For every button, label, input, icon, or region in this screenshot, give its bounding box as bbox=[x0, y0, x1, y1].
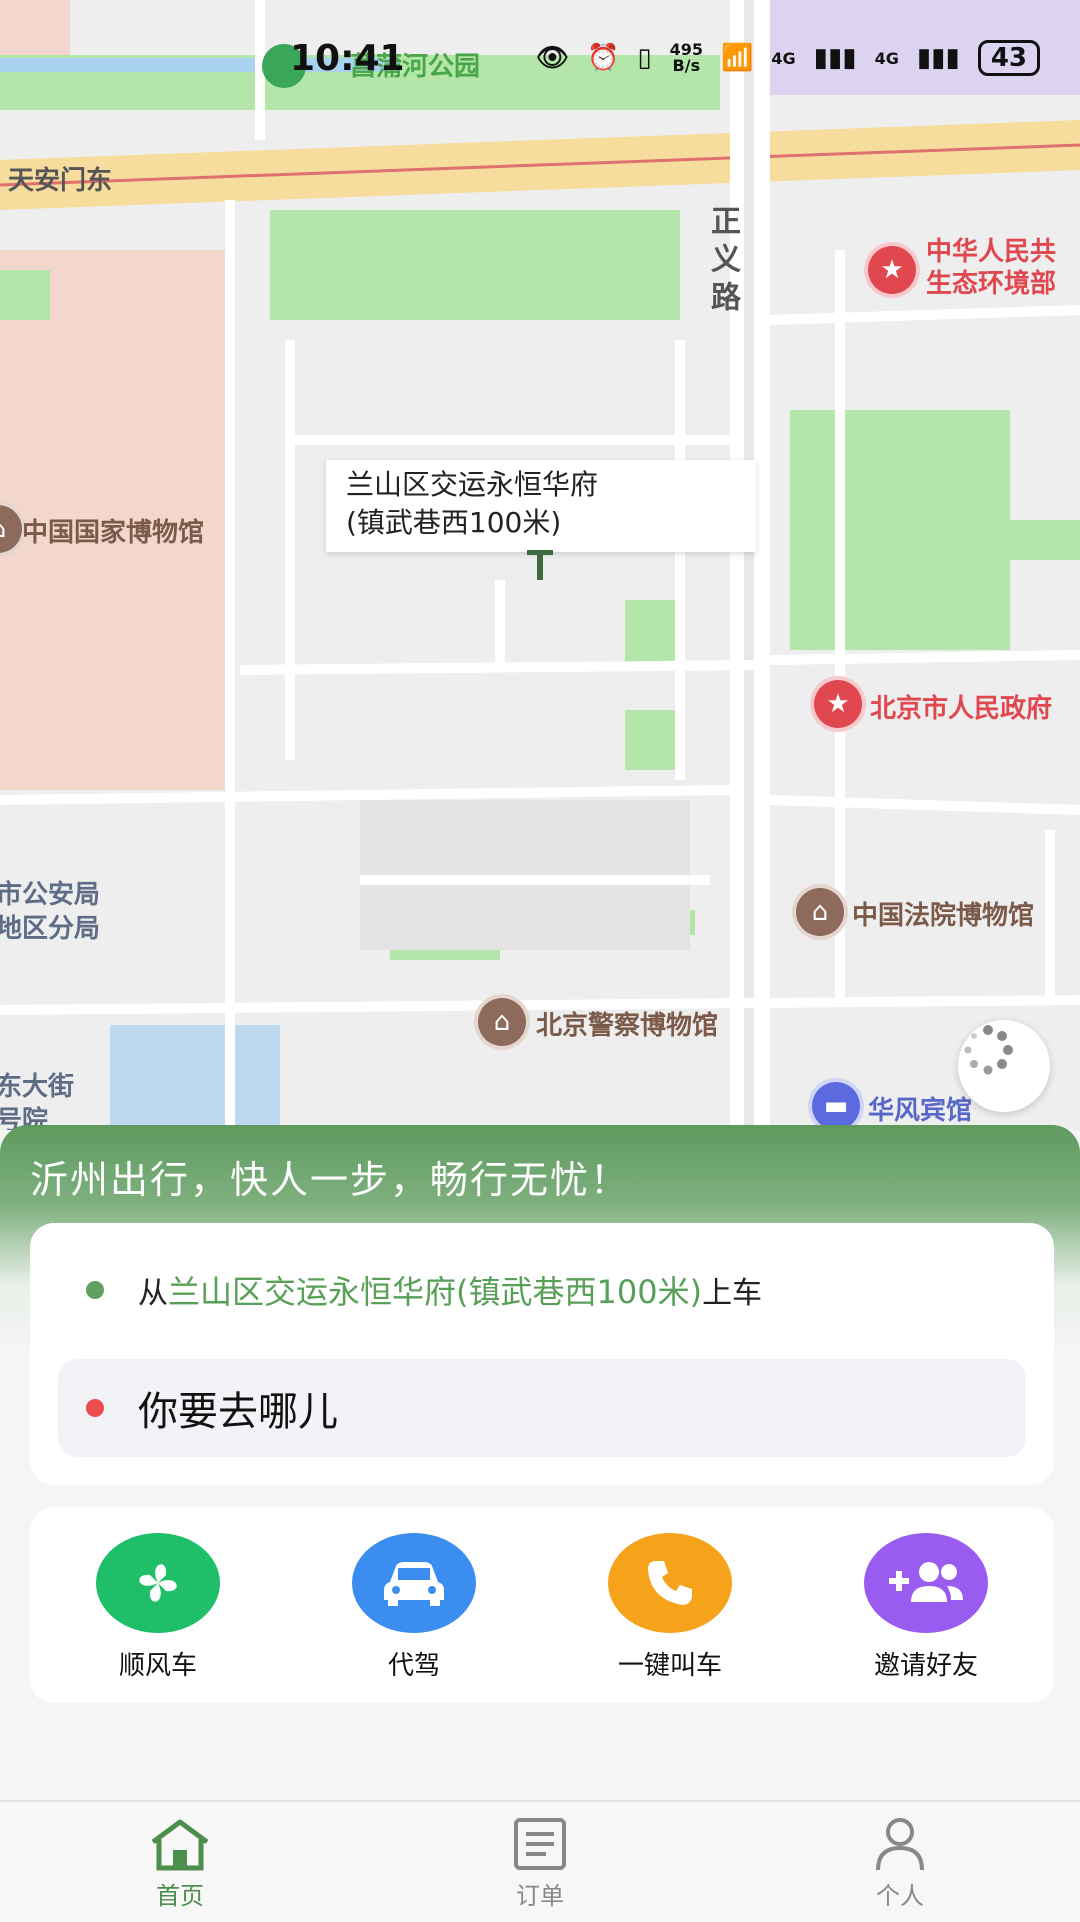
museum-icon[interactable]: ⌂ bbox=[796, 888, 844, 936]
battery-indicator: 43 bbox=[977, 40, 1040, 76]
net-speed: 495 B/s bbox=[669, 40, 704, 75]
eye-icon: 👁 bbox=[535, 43, 569, 73]
museum-icon[interactable]: ⌂ bbox=[478, 998, 526, 1046]
slogan: 沂州出行，快人一步，畅行无忧！ bbox=[30, 1158, 631, 1202]
orders-icon bbox=[514, 1818, 566, 1870]
hotel-icon[interactable]: ▬ bbox=[812, 1082, 860, 1130]
route-card: 从 兰山区交运永恒华府(镇武巷西100米) 上车 你要去哪儿 bbox=[30, 1223, 1054, 1485]
poi-label-ministry[interactable]: 中华人民共 生态环境部 bbox=[926, 236, 1056, 300]
tab-label: 个人 bbox=[876, 1882, 924, 1910]
pickup-prefix: 从 bbox=[138, 1276, 168, 1311]
alarm-icon: ⏰ bbox=[586, 43, 620, 73]
destination-input[interactable]: 你要去哪儿 bbox=[58, 1359, 1026, 1457]
tab-home[interactable]: 首页 bbox=[0, 1802, 360, 1922]
car-icon bbox=[352, 1533, 476, 1633]
pickup-suffix: 上车 bbox=[702, 1276, 763, 1311]
service-invite-button[interactable]: 邀请好友 bbox=[816, 1507, 1036, 1682]
poi-label-court-museum[interactable]: 中国法院博物馆 bbox=[852, 895, 1034, 932]
service-call-car-button[interactable]: 一键叫车 bbox=[560, 1507, 780, 1682]
tab-orders[interactable]: 订单 bbox=[360, 1802, 720, 1922]
home-icon bbox=[151, 1819, 209, 1871]
status-time: 10:41 bbox=[290, 38, 405, 79]
services-card: 顺风车 代驾 一键叫车 邀请好友 bbox=[30, 1507, 1054, 1703]
status-bar: 10:41 👁 ⏰ ▯ 495 B/s 📶 4G ▮▮▮ 4G ▮▮▮ 43 bbox=[0, 0, 1080, 120]
pickup-place[interactable]: 兰山区交运永恒华府(镇武巷西100米) bbox=[168, 1267, 702, 1313]
add-friend-icon bbox=[864, 1533, 988, 1633]
signal-4g-2: 4G bbox=[874, 48, 899, 68]
service-label: 邀请好友 bbox=[873, 1651, 978, 1681]
poi-label-police-bureau[interactable]: 市公安局 地区分局 bbox=[0, 878, 100, 946]
vibrate-icon: ▯ bbox=[637, 43, 652, 73]
destination-placeholder: 你要去哪儿 bbox=[138, 1389, 338, 1435]
tab-label: 订单 bbox=[516, 1882, 564, 1910]
pickup-dot-icon bbox=[86, 1281, 104, 1299]
service-driver-button[interactable]: 代驾 bbox=[304, 1507, 524, 1682]
service-carpool-button[interactable]: 顺风车 bbox=[48, 1507, 268, 1682]
signal-icon: ▮▮▮ bbox=[813, 43, 857, 73]
road-label-zhengyilu: 正义路 bbox=[705, 205, 740, 319]
locate-button[interactable] bbox=[958, 1020, 1050, 1112]
phone-icon bbox=[608, 1533, 732, 1633]
poi-label-street: 东大街 号院 bbox=[0, 1072, 75, 1130]
person-icon bbox=[876, 1818, 924, 1871]
status-icons: 👁 ⏰ ▯ 495 B/s 📶 4G ▮▮▮ 4G ▮▮▮ 43 bbox=[536, 40, 1040, 76]
destination-dot-icon bbox=[86, 1399, 104, 1417]
ride-sheet: 沂州出行，快人一步，畅行无忧！ 从 兰山区交运永恒华府(镇武巷西100米) 上车… bbox=[0, 1125, 1080, 1800]
tab-profile[interactable]: 个人 bbox=[720, 1802, 1080, 1922]
poi-label-beijing-gov[interactable]: 北京市人民政府 bbox=[870, 688, 1052, 725]
signal-4g-1: 4G bbox=[771, 48, 796, 68]
pinwheel-icon bbox=[96, 1533, 220, 1633]
road-label-tiananmen-east: 天安门东 bbox=[8, 166, 113, 196]
loading-locate-icon bbox=[964, 1025, 1013, 1075]
pickup-callout[interactable]: 兰山区交运永恒华府 (镇武巷西100米) bbox=[326, 460, 756, 552]
pickup-row[interactable]: 从 兰山区交运永恒华府(镇武巷西100米) 上车 bbox=[86, 1267, 762, 1313]
government-icon[interactable]: ★ bbox=[814, 680, 862, 728]
wifi-icon: 📶 bbox=[721, 43, 754, 73]
service-label: 一键叫车 bbox=[617, 1651, 722, 1681]
poi-label-police-museum[interactable]: 北京警察博物馆 bbox=[536, 1005, 718, 1042]
map-view[interactable]: 正义路 天安门东 菖蒲河公园 ★ 中华人民共 生态环境部 ⌂ 中国国家博物馆 ★… bbox=[0, 0, 1080, 1130]
signal-icon: ▮▮▮ bbox=[916, 43, 960, 73]
poi-label-huafeng-hotel[interactable]: 华风宾馆 bbox=[868, 1090, 972, 1127]
service-label: 顺风车 bbox=[118, 1651, 197, 1681]
tab-label: 首页 bbox=[156, 1882, 204, 1910]
government-icon[interactable]: ★ bbox=[868, 246, 916, 294]
poi-label-national-museum[interactable]: 中国国家博物馆 bbox=[22, 512, 204, 549]
bottom-tab-bar: 首页 订单 个人 bbox=[0, 1800, 1080, 1922]
service-label: 代驾 bbox=[387, 1651, 440, 1681]
pickup-marker-stem bbox=[537, 552, 543, 580]
